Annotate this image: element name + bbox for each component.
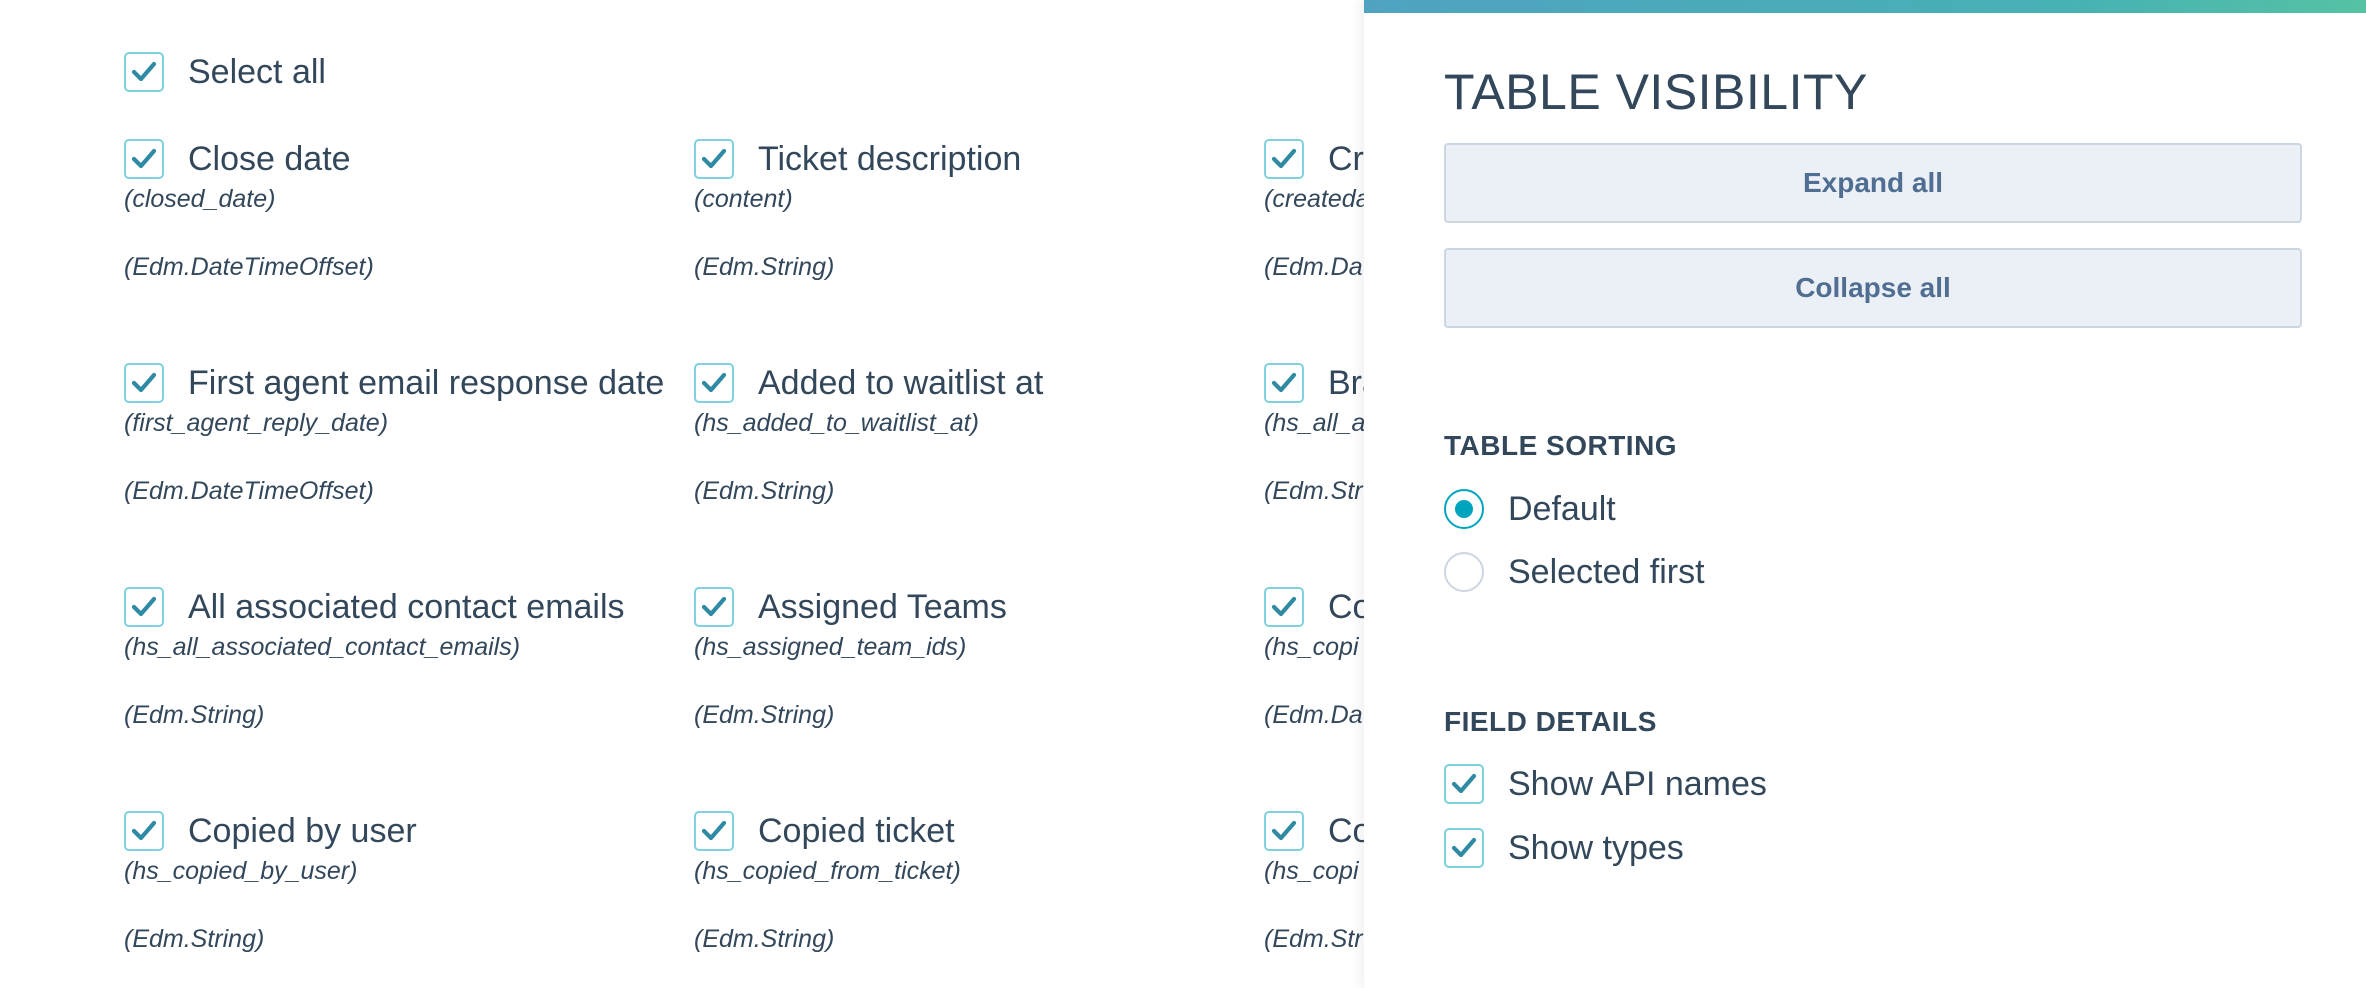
field-label: Bra: [1328, 364, 1364, 402]
field-item[interactable]: Co (hs_copi (Edm.Str: [1264, 809, 1364, 988]
field-type: (Edm.String): [124, 701, 265, 729]
show-types-label: Show types: [1508, 829, 1684, 867]
select-all-checkbox[interactable]: [124, 52, 164, 92]
field-checkbox[interactable]: [1264, 363, 1304, 403]
field-type: (Edm.String): [124, 925, 265, 953]
field-checkbox[interactable]: [694, 139, 734, 179]
select-all-label: Select all: [188, 53, 326, 91]
field-api-name: (hs_copied_from_ticket): [694, 857, 961, 885]
field-api-name: (first_agent_reply_date): [124, 409, 389, 437]
panel-accent-bar: [1364, 0, 2366, 13]
field-item[interactable]: Added to waitlist at (hs_added_to_waitli…: [694, 361, 1264, 561]
field-api-name: (closed_date): [124, 185, 276, 213]
field-api-name: (hs_copi: [1264, 857, 1359, 885]
field-checkbox[interactable]: [694, 363, 734, 403]
sort-option-label: Selected first: [1508, 553, 1705, 591]
field-type: (Edm.String): [694, 701, 835, 729]
check-icon: [131, 61, 157, 82]
field-item[interactable]: Copied by user (hs_copied_by_user) (Edm.…: [124, 809, 694, 988]
field-api-name: (hs_all_a: [1264, 409, 1364, 437]
field-type: (Edm.String): [694, 477, 835, 505]
field-checkbox[interactable]: [124, 811, 164, 851]
show-types-checkbox[interactable]: [1444, 828, 1484, 868]
field-type: (Edm.DateTimeOffset): [124, 253, 374, 281]
field-checkbox[interactable]: [694, 811, 734, 851]
field-item[interactable]: Bra (hs_all_a (Edm.Str: [1264, 361, 1364, 561]
check-icon: [1271, 372, 1297, 393]
field-label: Close date: [188, 140, 351, 178]
field-label: Co: [1328, 588, 1364, 626]
radio-default[interactable]: [1444, 489, 1484, 529]
field-api-name: (content): [694, 185, 793, 213]
field-api-name: (hs_assigned_team_ids): [694, 633, 967, 661]
table-visibility-panel: TABLE VISIBILITY Expand all Collapse all…: [1364, 0, 2366, 988]
field-type: (Edm.Str: [1264, 477, 1363, 505]
check-icon: [701, 148, 727, 169]
field-item[interactable]: All associated contact emails (hs_all_as…: [124, 585, 694, 785]
check-icon: [1271, 596, 1297, 617]
field-type: (Edm.String): [694, 925, 835, 953]
field-item[interactable]: Co (hs_copi (Edm.Da: [1264, 585, 1364, 785]
field-item[interactable]: Ticket description (content) (Edm.String…: [694, 137, 1264, 337]
field-checkbox[interactable]: [694, 587, 734, 627]
show-api-names-checkbox[interactable]: [1444, 764, 1484, 804]
check-icon: [701, 820, 727, 841]
check-icon: [1271, 148, 1297, 169]
field-label: Co: [1328, 812, 1364, 850]
check-icon: [131, 820, 157, 841]
check-icon: [131, 148, 157, 169]
check-icon: [701, 596, 727, 617]
field-api-name: (createda: [1264, 185, 1364, 213]
field-checkbox[interactable]: [1264, 587, 1304, 627]
check-icon: [701, 372, 727, 393]
field-type: (Edm.String): [694, 253, 835, 281]
field-checkbox[interactable]: [124, 363, 164, 403]
field-item[interactable]: Cre (createda (Edm.Da: [1264, 137, 1364, 337]
check-icon: [131, 596, 157, 617]
field-api-name: (hs_copied_by_user): [124, 857, 358, 885]
field-api-name: (hs_all_associated_contact_emails): [124, 633, 521, 661]
collapse-all-button[interactable]: Collapse all: [1444, 248, 2302, 328]
field-checkbox[interactable]: [124, 139, 164, 179]
field-label: Assigned Teams: [758, 588, 1007, 626]
field-item[interactable]: Assigned Teams (hs_assigned_team_ids) (E…: [694, 585, 1264, 785]
check-icon: [1271, 820, 1297, 841]
table-sorting-heading: TABLE SORTING: [1444, 430, 1678, 461]
field-label: Ticket description: [758, 140, 1022, 178]
field-api-name: (hs_added_to_waitlist_at): [694, 409, 979, 437]
expand-all-button[interactable]: Expand all: [1444, 143, 2302, 223]
field-label: All associated contact emails: [188, 588, 625, 626]
field-type: (Edm.Str: [1264, 925, 1363, 953]
field-type: (Edm.Da: [1264, 701, 1363, 729]
field-item[interactable]: First agent email response date (first_a…: [124, 361, 694, 561]
field-item[interactable]: Close date (closed_date) (Edm.DateTimeOf…: [124, 137, 694, 337]
field-label: Added to waitlist at: [758, 364, 1044, 402]
field-checkbox[interactable]: [124, 587, 164, 627]
fields-list: Select all Close date (closed_date) (Edm…: [0, 0, 1364, 988]
panel-title: TABLE VISIBILITY: [1444, 64, 1868, 120]
radio-selected-first[interactable]: [1444, 552, 1484, 592]
show-api-names-label: Show API names: [1508, 765, 1767, 803]
field-checkbox[interactable]: [1264, 139, 1304, 179]
field-checkbox[interactable]: [1264, 811, 1304, 851]
check-icon: [131, 372, 157, 393]
field-label: First agent email response date: [188, 364, 665, 402]
field-item[interactable]: Copied ticket (hs_copied_from_ticket) (E…: [694, 809, 1264, 988]
check-icon: [1451, 773, 1477, 794]
field-label: Copied by user: [188, 812, 417, 850]
field-details-heading: FIELD DETAILS: [1444, 706, 1657, 737]
field-label: Cre: [1328, 140, 1364, 178]
field-label: Copied ticket: [758, 812, 955, 850]
field-api-name: (hs_copi: [1264, 633, 1359, 661]
field-type: (Edm.Da: [1264, 253, 1363, 281]
field-type: (Edm.DateTimeOffset): [124, 477, 374, 505]
sort-option-label: Default: [1508, 490, 1616, 528]
check-icon: [1451, 837, 1477, 858]
